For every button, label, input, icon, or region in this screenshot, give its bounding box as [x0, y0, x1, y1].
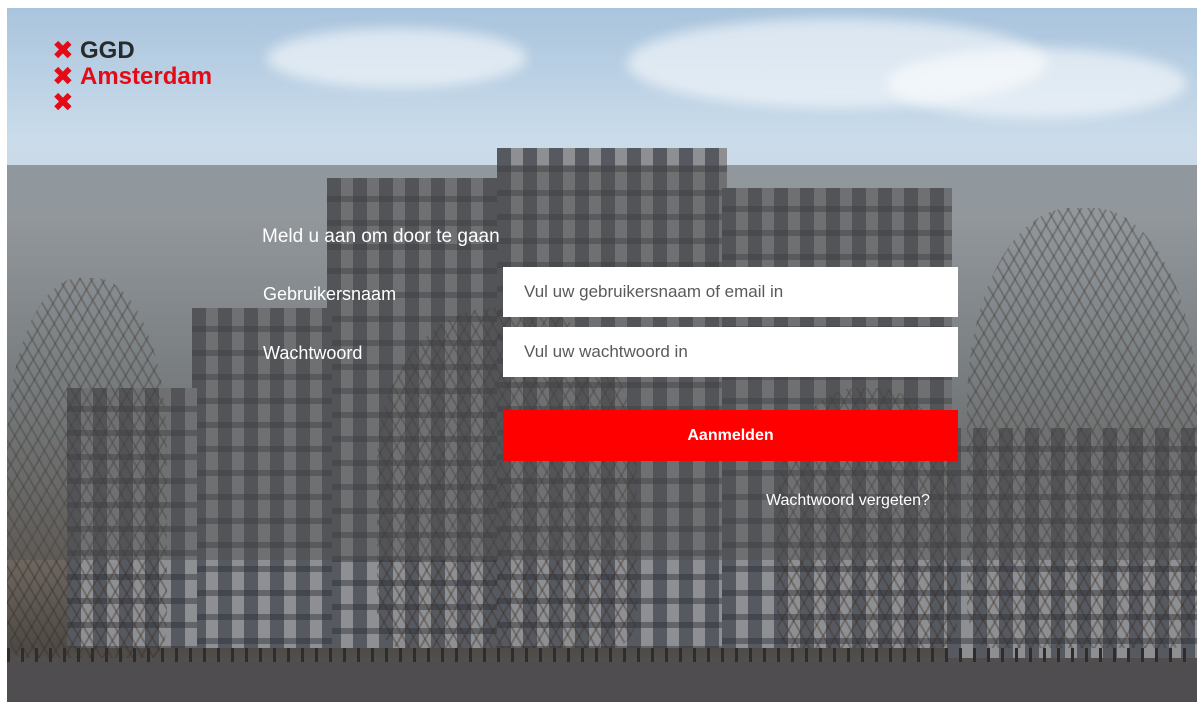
x-cross-icon: ✖: [52, 62, 74, 92]
username-input[interactable]: [503, 267, 958, 317]
password-input[interactable]: [503, 327, 958, 377]
x-cross-icon: ✖: [52, 88, 74, 118]
forgot-password-link[interactable]: Wachtwoord vergeten?: [766, 492, 930, 510]
ggd-amsterdam-logo: ✖ GGD ✖ Amsterdam ✖: [52, 36, 213, 118]
login-heading: Meld u aan om door te gaan: [262, 226, 500, 247]
x-cross-icon: ✖: [52, 36, 74, 66]
password-label: Wachtwoord: [263, 343, 363, 363]
login-button[interactable]: Aanmelden: [503, 410, 958, 461]
username-label: Gebruikersnaam: [263, 284, 397, 304]
logo-text-ggd: GGD: [80, 37, 135, 64]
logo-text-amsterdam: Amsterdam: [80, 63, 213, 90]
